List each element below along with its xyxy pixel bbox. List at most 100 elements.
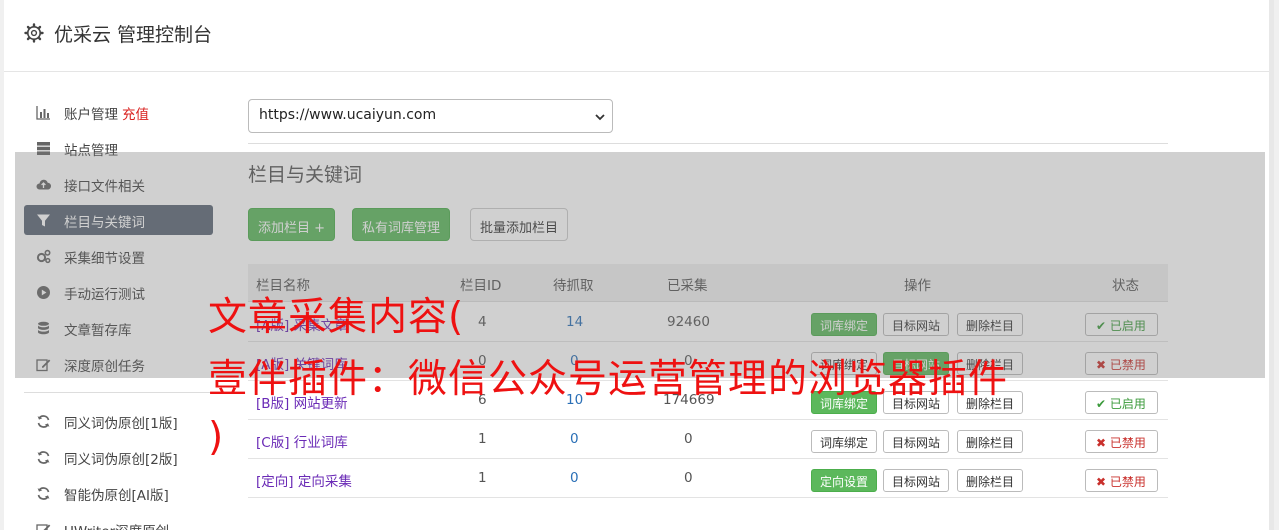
header-ops: 操作 (904, 278, 931, 294)
delete-column-button[interactable]: 删除栏目 (957, 313, 1024, 336)
refresh-icon (37, 415, 50, 428)
sidebar-item-columns-keywords[interactable]: 栏目与关键词 (24, 205, 213, 235)
main-divider (248, 143, 1168, 144)
close-icon: ✖ (1096, 358, 1107, 372)
status-label: 已禁用 (1109, 475, 1146, 489)
collected-count: 0 (684, 470, 693, 486)
page-frame: 优采云 管理控制台 账户管理 充值 站点管理 接口文件相关 栏目与关键词 采集细节… (4, 0, 1274, 530)
check-icon: ✔ (1096, 397, 1107, 411)
site-select[interactable]: https://www.ucaiyun.com (248, 99, 613, 133)
status-toggle[interactable]: ✔ 已启用 (1085, 313, 1158, 336)
sidebar-item-article-store[interactable]: 文章暂存库 (24, 313, 213, 343)
cogs-icon (36, 249, 51, 264)
app-title: 优采云 管理控制台 (54, 24, 213, 46)
close-icon: ✖ (1096, 475, 1107, 489)
watermark-line-2: 壹伴插件：微信公众号运营管理的浏览器插件 (208, 357, 1009, 402)
pending-count[interactable]: 14 (566, 314, 583, 330)
target-site-button[interactable]: 目标网站 (883, 313, 950, 336)
lib-bind-button[interactable]: 词库绑定 (811, 313, 878, 336)
sidebar-item-label: 账户管理 (64, 107, 118, 123)
sidebar-item-label: 智能伪原创[AI版] (64, 488, 169, 504)
sidebar-item-label: 站点管理 (64, 143, 118, 159)
sidebar-item-manual-run[interactable]: 手动运行测试 (24, 277, 213, 307)
sidebar-item-label: 接口文件相关 (64, 179, 145, 195)
server-icon (37, 142, 50, 155)
header-status: 状态 (1112, 278, 1139, 294)
delete-column-button[interactable]: 删除栏目 (957, 469, 1024, 492)
gear-icon (24, 23, 44, 43)
collected-count: 92460 (667, 314, 710, 330)
column-tag: [定向] (256, 474, 294, 490)
pending-count[interactable]: 0 (570, 470, 579, 486)
collected-count: 0 (684, 431, 693, 447)
sidebar-divider (24, 392, 214, 393)
watermark-line-3: ) (208, 415, 225, 460)
recharge-link[interactable]: 充值 (122, 107, 149, 123)
edit-icon (36, 524, 51, 530)
delete-column-button[interactable]: 删除栏目 (957, 430, 1024, 453)
sidebar-tool-uwriter[interactable]: UWriter深度原创 (24, 514, 213, 530)
sidebar-item-label: 文章暂存库 (64, 323, 132, 339)
column-id: 4 (478, 314, 487, 330)
sidebar-item-label: 采集细节设置 (64, 251, 145, 267)
header-collected: 已采集 (667, 278, 708, 294)
sidebar-tool-ai[interactable]: 智能伪原创[AI版] (24, 478, 213, 508)
sidebar-item-sites[interactable]: 站点管理 (24, 133, 213, 163)
filter-icon (37, 214, 50, 227)
section-title: 栏目与关键词 (248, 164, 363, 186)
bar-chart-icon (36, 106, 50, 120)
status-toggle[interactable]: ✔ 已启用 (1085, 391, 1158, 414)
sidebar-item-collect-settings[interactable]: 采集细节设置 (24, 241, 213, 271)
database-icon (38, 321, 49, 335)
table-row: [C版] 行业词库 1 0 0 词库绑定 目标网站 删除栏目 ✖ 已禁用 (248, 420, 1168, 459)
sidebar-tool-synonym-v1[interactable]: 同义词伪原创[1版] (24, 406, 213, 436)
column-name: 定向采集 (297, 474, 352, 490)
status-toggle[interactable]: ✖ 已禁用 (1085, 469, 1158, 492)
column-name-link[interactable]: [C版] 行业词库 (256, 431, 348, 451)
chevron-down-icon (595, 114, 605, 121)
add-column-button[interactable]: 添加栏目 + (248, 208, 336, 241)
status-label: 已禁用 (1109, 358, 1146, 372)
cloud-upload-icon (36, 179, 51, 190)
batch-add-button[interactable]: 批量添加栏目 (470, 208, 569, 241)
header-pending: 待抓取 (553, 278, 594, 294)
table-row: [定向] 定向采集 1 0 0 定向设置 目标网站 删除栏目 ✖ 已禁用 (248, 459, 1168, 498)
directional-settings-button[interactable]: 定向设置 (811, 469, 878, 492)
sidebar-item-deep-original[interactable]: 深度原创任务 (24, 349, 213, 379)
refresh-icon (37, 487, 50, 500)
target-site-button[interactable]: 目标网站 (883, 430, 950, 453)
status-toggle[interactable]: ✖ 已禁用 (1085, 352, 1158, 375)
lib-bind-button[interactable]: 词库绑定 (811, 430, 878, 453)
column-id: 1 (478, 431, 487, 447)
watermark-line-1: 文章采集内容( (208, 295, 465, 340)
column-id: 1 (478, 470, 487, 486)
column-tag: [C版] (256, 435, 290, 451)
sidebar-item-account[interactable]: 账户管理 充值 (24, 97, 213, 127)
play-circle-icon (37, 286, 50, 299)
sidebar-item-label: 手动运行测试 (64, 287, 145, 303)
close-icon: ✖ (1096, 436, 1107, 450)
header-name: 栏目名称 (256, 278, 310, 294)
pending-count[interactable]: 0 (570, 431, 579, 447)
status-label: 已启用 (1109, 319, 1146, 333)
sidebar-item-label: 深度原创任务 (64, 359, 145, 375)
target-site-button[interactable]: 目标网站 (883, 469, 950, 492)
column-name-link[interactable]: [定向] 定向采集 (256, 470, 352, 490)
header-id: 栏目ID (460, 278, 502, 294)
main-content: https://www.ucaiyun.com 栏目与关键词 添加栏目 + 私有… (248, 0, 1168, 530)
edit-icon (36, 359, 51, 372)
status-label: 已启用 (1109, 397, 1146, 411)
refresh-icon (37, 451, 50, 464)
sidebar-item-label: 同义词伪原创[2版] (64, 452, 178, 468)
check-icon: ✔ (1096, 319, 1107, 333)
sidebar-item-interface[interactable]: 接口文件相关 (24, 169, 213, 199)
sidebar-tool-synonym-v2[interactable]: 同义词伪原创[2版] (24, 442, 213, 472)
sidebar-item-label: 栏目与关键词 (64, 215, 145, 231)
site-select-value: https://www.ucaiyun.com (259, 107, 437, 123)
sidebar-item-label: UWriter深度原创 (64, 520, 169, 530)
private-lib-button[interactable]: 私有词库管理 (352, 208, 451, 241)
status-toggle[interactable]: ✖ 已禁用 (1085, 430, 1158, 453)
status-label: 已禁用 (1109, 436, 1146, 450)
page-scrollbar[interactable] (1269, 0, 1274, 530)
column-name: 行业词库 (293, 435, 348, 451)
